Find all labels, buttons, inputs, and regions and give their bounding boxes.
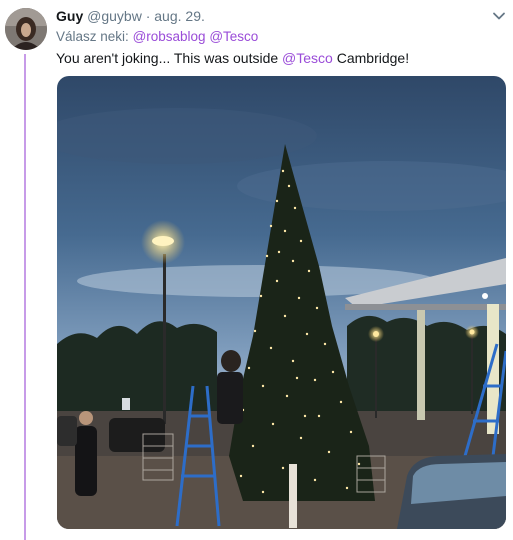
author-handle[interactable]: @guybw (87, 8, 142, 24)
avatar-image (5, 8, 47, 50)
tweet-header: Guy @guybw · aug. 29. (56, 6, 503, 26)
tweet-text-part-end: Cambridge! (336, 50, 410, 66)
avatar[interactable] (5, 8, 47, 50)
reply-context: Válasz neki: @robsablog @Tesco (56, 28, 258, 46)
reply-prefix: Válasz neki: (56, 29, 129, 44)
tweet-mention-tesco[interactable]: @Tesco (282, 50, 333, 66)
tweet-text-part: You aren't joking... This was outside (56, 50, 279, 66)
christmas-tree-photo (57, 76, 506, 529)
reply-mention-robsablog[interactable]: @robsablog (133, 29, 206, 44)
thread-line (24, 54, 26, 540)
tweet: Guy @guybw · aug. 29. Válasz neki: @robs… (0, 0, 513, 540)
chevron-down-icon[interactable] (491, 8, 507, 24)
tweet-photo[interactable] (57, 76, 506, 529)
author-name[interactable]: Guy (56, 8, 83, 24)
reply-mention-tesco[interactable]: @Tesco (209, 29, 258, 44)
tweet-date[interactable]: aug. 29. (154, 8, 205, 24)
separator-dot: · (145, 8, 151, 24)
tweet-text: You aren't joking... This was outside @T… (56, 49, 409, 67)
